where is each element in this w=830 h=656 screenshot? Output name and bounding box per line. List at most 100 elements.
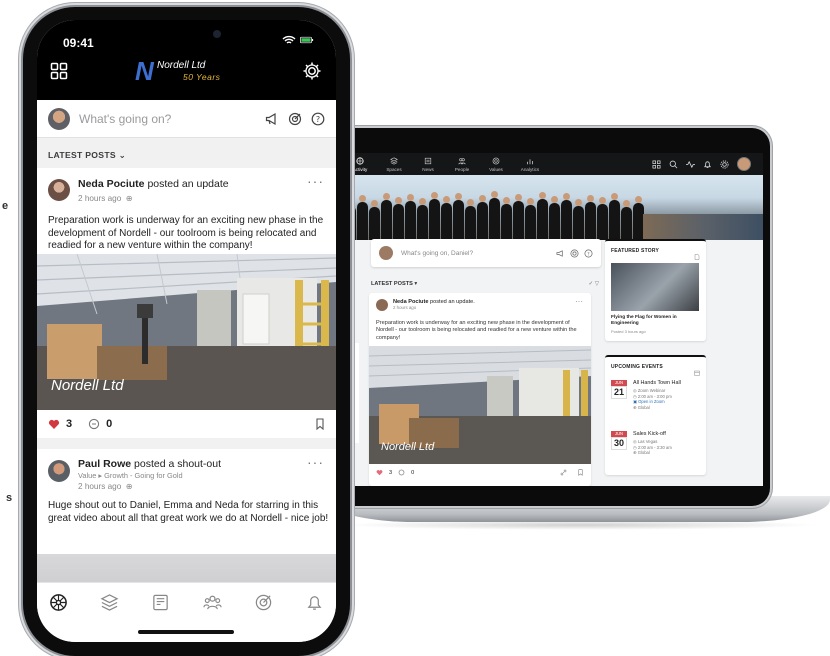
event-name[interactable]: All Hands Town Hall — [633, 380, 681, 386]
team-crowd — [343, 190, 644, 240]
more-options-icon[interactable]: ··· — [575, 297, 583, 306]
bookmark-icon[interactable] — [314, 418, 326, 430]
featured-story-title[interactable]: Flying the Flag for Women in Engineering — [611, 315, 701, 327]
brand-logo: N Nordell Ltd 50 Years — [135, 56, 235, 88]
nav-label: Activity — [352, 166, 368, 172]
featured-story-image[interactable] — [611, 263, 699, 311]
post-time: 2 hours ago ⊕ — [78, 482, 133, 491]
feed-header[interactable]: LATEST POSTS ⌄ — [48, 150, 126, 161]
camera-dot — [213, 30, 221, 38]
feed-fade — [37, 554, 336, 584]
nav-label: Values — [489, 166, 503, 172]
event-item[interactable]: JUN 21 All Hands Town Hall ◎ Zoom Webina… — [611, 380, 703, 410]
people-icon[interactable] — [202, 593, 222, 612]
like-count: 3 — [389, 469, 393, 476]
comment-icon[interactable] — [398, 469, 405, 476]
post-image[interactable]: Nordell Ltd — [37, 254, 336, 410]
document-icon[interactable] — [694, 254, 700, 260]
phone-screen: 09:41 N Nordell Ltd 50 Years What's goin… — [37, 20, 336, 642]
featured-story-card: FEATURED STORY Flying the Flag for Women… — [605, 239, 706, 341]
event-day: 30 — [611, 437, 627, 450]
post-author[interactable]: Neda Pociute — [78, 178, 145, 190]
nav-spaces[interactable]: Spaces — [377, 156, 411, 172]
grid-icon[interactable] — [50, 62, 68, 80]
avatar[interactable] — [376, 299, 388, 311]
megaphone-icon[interactable] — [556, 249, 565, 258]
question-icon[interactable]: ? — [584, 249, 593, 258]
heart-icon[interactable] — [376, 469, 383, 476]
analytics-icon — [527, 158, 533, 164]
phone-compose-box[interactable]: What's going on? ? — [37, 100, 336, 138]
filter-icon[interactable]: ✓ ▽ — [588, 281, 599, 287]
laptop-compose-box[interactable]: What's going on, Daniel? ? — [371, 239, 601, 267]
spaces-icon — [390, 156, 398, 165]
bottom-tab-bar — [37, 582, 336, 642]
user-avatar[interactable] — [737, 157, 751, 171]
battery-icon — [300, 36, 314, 44]
event-day: 21 — [611, 386, 627, 399]
nav-analytics[interactable]: Analytics — [513, 157, 547, 172]
event-item[interactable]: JUN 30 Sales Kick-off ◎ Las Vegas ◷ 2:00… — [611, 431, 703, 456]
post-image[interactable]: Nordell Ltd — [369, 346, 591, 464]
calendar-icon[interactable] — [694, 370, 700, 376]
gear-icon[interactable] — [720, 159, 729, 169]
post-text: Preparation work is underway for an exci… — [376, 320, 577, 341]
link-icon[interactable] — [560, 469, 567, 476]
logo-mark: N — [135, 56, 154, 86]
values-icon — [492, 157, 500, 164]
pulse-icon[interactable] — [686, 160, 695, 169]
image-watermark: Nordell Ltd — [381, 441, 435, 453]
target-icon[interactable] — [288, 112, 302, 126]
megaphone-icon[interactable] — [265, 112, 279, 126]
bookmark-icon[interactable] — [577, 469, 584, 476]
upcoming-events-card: UPCOMING EVENTS JUN 21 All Hands Town Ha… — [605, 355, 706, 475]
nav-people[interactable]: People — [445, 157, 479, 172]
like-count: 3 — [66, 418, 73, 430]
post-category[interactable]: Value ▸ Growth - Going for Gold — [78, 471, 183, 480]
beach-boats — [643, 214, 763, 240]
news-icon[interactable] — [151, 593, 170, 612]
wifi-icon — [282, 35, 296, 44]
values-icon[interactable] — [254, 593, 273, 612]
post-action: posted a shout-out — [134, 458, 222, 470]
news-icon — [424, 157, 432, 164]
activity-icon[interactable] — [49, 593, 68, 612]
question-icon[interactable]: ? — [311, 112, 325, 126]
more-options-icon[interactable]: ··· — [307, 454, 324, 470]
comment-count: 0 — [411, 469, 415, 476]
event-date: JUN 21 — [611, 380, 627, 410]
logo-brand: Nordell Ltd — [157, 60, 206, 71]
compose-placeholder: What's going on? — [79, 111, 172, 126]
more-options-icon[interactable]: ··· — [307, 173, 324, 189]
search-icon[interactable] — [669, 160, 678, 169]
image-watermark: Nordell Ltd — [51, 377, 124, 394]
post-card: Paul Rowe posted a shout-out Value ▸ Gro… — [37, 449, 336, 554]
post-author[interactable]: Paul Rowe — [78, 458, 131, 470]
gear-icon[interactable] — [302, 61, 322, 81]
card-title: FEATURED STORY — [611, 248, 659, 254]
notifications-icon[interactable] — [305, 593, 324, 612]
bell-icon[interactable] — [703, 160, 712, 169]
phone-power-button — [350, 155, 353, 217]
home-indicator[interactable] — [138, 630, 234, 634]
nav-news[interactable]: News — [411, 157, 445, 172]
post-time: 2 hours ago ⊕ — [78, 194, 133, 203]
post-text: Preparation work is underway for an exci… — [48, 215, 324, 252]
featured-story-time: Posted 3 hours ago — [611, 329, 646, 334]
laptop-feed-header: LATEST POSTS ▾ ✓ ▽ — [371, 281, 599, 287]
comment-icon[interactable] — [88, 418, 100, 430]
nav-label: Analytics — [520, 166, 540, 172]
avatar[interactable] — [48, 179, 70, 201]
feed-header-label[interactable]: LATEST POSTS ▾ — [371, 281, 417, 287]
nav-values[interactable]: Values — [479, 157, 513, 172]
event-scope: ⊕ Global — [633, 404, 650, 410]
event-name[interactable]: Sales Kick-off — [633, 431, 672, 437]
logo-tagline: 50 Years — [183, 72, 221, 82]
people-icon — [458, 157, 466, 164]
activity-icon — [356, 156, 364, 165]
target-icon[interactable] — [570, 249, 579, 258]
spaces-icon[interactable] — [100, 593, 119, 612]
avatar[interactable] — [48, 460, 70, 482]
heart-icon[interactable] — [48, 418, 60, 430]
grid-icon[interactable] — [652, 160, 661, 169]
